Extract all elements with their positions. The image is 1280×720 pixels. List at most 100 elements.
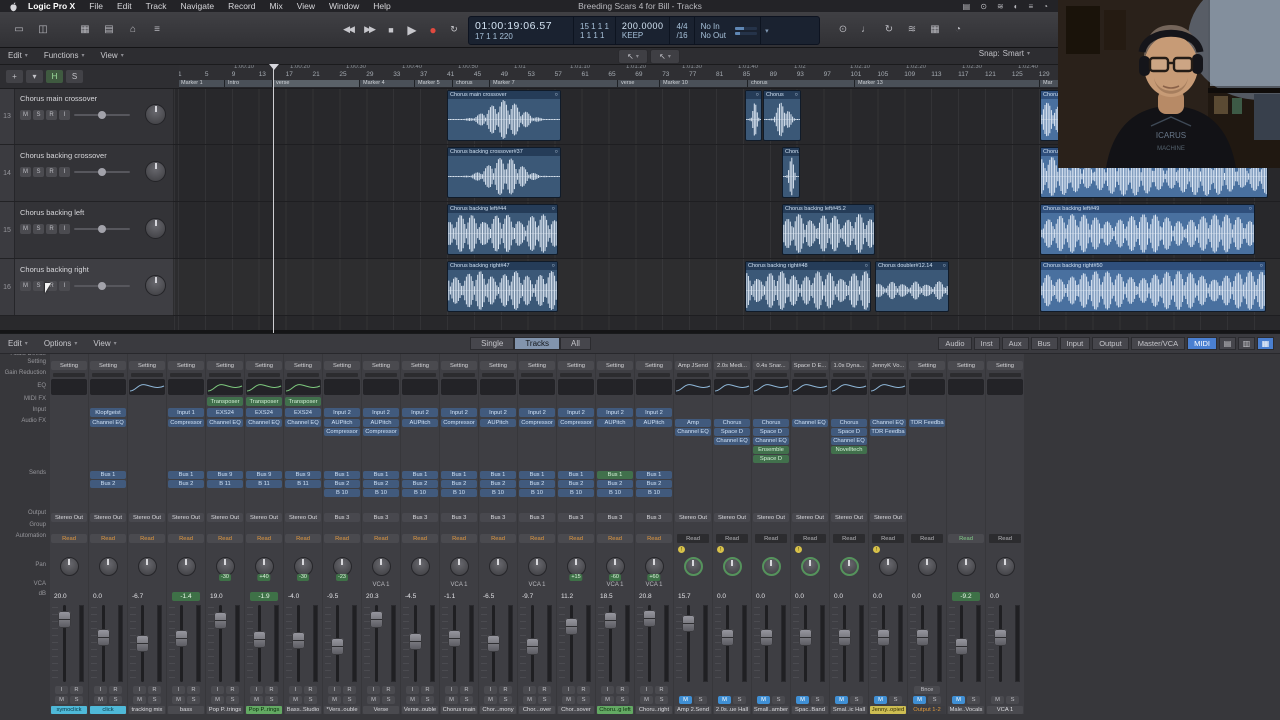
pan-control[interactable] bbox=[518, 556, 556, 581]
channel-name[interactable]: VCA 1 bbox=[987, 706, 1023, 714]
input-monitor-button[interactable]: I bbox=[523, 686, 536, 694]
fader-area[interactable] bbox=[986, 603, 1024, 684]
mute-button[interactable]: M bbox=[640, 696, 653, 704]
track-i-button[interactable]: I bbox=[59, 167, 70, 177]
mixer-channel-chor-sover[interactable]: SettingInput 2CompressorBus 1Bus 2B 10Bu… bbox=[557, 352, 595, 714]
eq-thumbnail[interactable] bbox=[753, 379, 789, 395]
region-chorus-backing-left-49[interactable]: Chorus backing left#49○ bbox=[1040, 204, 1255, 255]
channel-setting-button[interactable]: Setting bbox=[441, 361, 477, 370]
channel-name[interactable]: Male..Vocals bbox=[948, 706, 984, 714]
eq-thumbnail[interactable] bbox=[558, 379, 594, 395]
pan-control[interactable] bbox=[440, 556, 478, 581]
record-enable-button[interactable]: R bbox=[577, 686, 590, 694]
output-slot[interactable]: Stereo Out bbox=[90, 513, 126, 522]
send-slot-bus-2[interactable]: Bus 2 bbox=[519, 480, 555, 488]
volume-readout[interactable]: 0.0 bbox=[89, 592, 127, 601]
mute-button[interactable]: M bbox=[874, 696, 887, 704]
send-slot-bus-2[interactable]: Bus 2 bbox=[90, 480, 126, 488]
volume-readout[interactable]: 19.0 bbox=[206, 592, 244, 601]
cmd-click-tool[interactable]: ↖▾ bbox=[650, 49, 680, 64]
track-m-button[interactable]: M bbox=[20, 281, 31, 291]
volume-readout[interactable]: 15.7 bbox=[674, 592, 712, 601]
mute-button[interactable]: M bbox=[328, 696, 341, 704]
input-monitor-button[interactable]: I bbox=[172, 686, 185, 694]
fader-handle[interactable] bbox=[916, 629, 929, 646]
send-slot-bus-2[interactable]: Bus 2 bbox=[558, 480, 594, 488]
mute-button[interactable]: M bbox=[679, 696, 692, 704]
group-slot[interactable] bbox=[128, 524, 166, 532]
pan-control[interactable] bbox=[362, 556, 400, 581]
marker-marker-5[interactable]: Marker 5 bbox=[415, 80, 453, 87]
solo-button[interactable]: S bbox=[538, 696, 551, 704]
group-slot[interactable] bbox=[50, 524, 88, 532]
pan-control[interactable] bbox=[713, 556, 751, 581]
mute-button[interactable]: M bbox=[523, 696, 536, 704]
lcd-tempo-mode[interactable]: KEEP bbox=[622, 31, 664, 40]
channel-name[interactable]: Chor...over bbox=[519, 706, 555, 714]
channel-setting-button[interactable]: Setting bbox=[363, 361, 399, 370]
fader-handle[interactable] bbox=[877, 629, 890, 646]
send-slot-bus-1[interactable]: Bus 1 bbox=[480, 471, 516, 479]
pan-control[interactable] bbox=[830, 556, 868, 581]
record-enable-button[interactable]: R bbox=[109, 686, 122, 694]
input-monitor-button[interactable]: I bbox=[289, 686, 302, 694]
channel-name[interactable]: tracking mix bbox=[129, 706, 165, 714]
pan-knob[interactable] bbox=[840, 557, 859, 576]
lcd-position[interactable]: 17 1 1 220 bbox=[475, 32, 567, 41]
midi-fx-slot[interactable]: Transposer bbox=[285, 397, 321, 406]
mixer-channel-male-vocals[interactable]: SettingRead-9.2MSMale..Vocals bbox=[947, 352, 985, 714]
mixer-filter-bus[interactable]: Bus bbox=[1031, 337, 1058, 350]
fader-area[interactable] bbox=[791, 603, 829, 684]
channel-setting-button[interactable]: JennyK Vo... bbox=[870, 361, 906, 370]
fader-area[interactable] bbox=[479, 603, 517, 684]
smart-controls-icon[interactable]: ▤ bbox=[98, 20, 120, 39]
plugin-slot-channel-eq[interactable]: Channel EQ bbox=[870, 419, 906, 427]
channel-setting-button[interactable]: Setting bbox=[285, 361, 321, 370]
input-monitor-button[interactable]: I bbox=[55, 686, 68, 694]
pan-control[interactable]: +15 bbox=[557, 556, 595, 581]
output-slot[interactable]: Stereo Out bbox=[831, 513, 867, 522]
channel-setting-button[interactable]: 1.0s Dyna... bbox=[831, 361, 867, 370]
fader-handle[interactable] bbox=[565, 618, 578, 635]
eq-thumbnail[interactable] bbox=[402, 379, 438, 395]
channel-name[interactable]: Small..amber bbox=[753, 706, 789, 714]
mixer-view-mid-icon[interactable]: ▥ bbox=[1238, 337, 1255, 350]
input-monitor-button[interactable]: I bbox=[640, 686, 653, 694]
track-pan-knob[interactable] bbox=[145, 161, 166, 182]
pan-knob[interactable] bbox=[879, 557, 898, 576]
mixer-channel-vca-1[interactable]: SettingRead0.0MSVCA 1 bbox=[986, 352, 1024, 714]
solo-button[interactable]: S bbox=[889, 696, 902, 704]
automation-mode-button[interactable]: Read bbox=[794, 534, 826, 543]
automation-mode-button[interactable]: Read bbox=[90, 534, 126, 543]
warning-icon[interactable]: ! bbox=[717, 546, 724, 553]
solo-button[interactable]: S bbox=[70, 696, 83, 704]
pan-control[interactable] bbox=[128, 556, 166, 581]
automation-mode-button[interactable]: Read bbox=[872, 534, 904, 543]
eq-thumbnail[interactable] bbox=[675, 379, 711, 395]
fader-handle[interactable] bbox=[721, 629, 734, 646]
midi-fx-slot[interactable]: Transposer bbox=[207, 397, 243, 406]
solo-button[interactable]: S bbox=[616, 696, 629, 704]
region-chorus-backing-crossover-37[interactable]: Chorus backing crossover#37○ bbox=[447, 147, 561, 198]
mixer-view-wide-icon[interactable]: ▦ bbox=[1257, 337, 1274, 350]
midi-fx-slot[interactable]: Transposer bbox=[246, 397, 282, 406]
mixer-channel-chor-over[interactable]: SettingInput 2CompressorBus 1Bus 2B 10Bu… bbox=[518, 352, 556, 714]
mixer-channel-click[interactable]: SettingKlopfgeistChannel EQBus 1Bus 2Ste… bbox=[89, 352, 127, 714]
master-level-icon[interactable]: ▦ bbox=[924, 20, 946, 39]
eq-thumbnail[interactable] bbox=[519, 379, 555, 395]
group-slot[interactable] bbox=[557, 524, 595, 532]
eq-thumbnail[interactable] bbox=[792, 379, 828, 395]
group-slot[interactable] bbox=[89, 524, 127, 532]
display-icon[interactable]: ▤ bbox=[963, 2, 971, 11]
track-pan-knob[interactable] bbox=[145, 104, 166, 125]
channel-setting-button[interactable]: Setting bbox=[129, 361, 165, 370]
fader-area[interactable] bbox=[830, 603, 868, 684]
fader-area[interactable] bbox=[557, 603, 595, 684]
fader-area[interactable] bbox=[50, 603, 88, 684]
automation-mode-button[interactable]: Read bbox=[285, 534, 321, 543]
pan-control[interactable]: -23 bbox=[323, 556, 361, 581]
automation-mode-button[interactable]: Read bbox=[363, 534, 399, 543]
output-slot[interactable]: Bus 3 bbox=[402, 513, 438, 522]
mixer-channel-spac-band[interactable]: Space D E...Channel EQStereo OutRead!0.0… bbox=[791, 352, 829, 714]
channel-name[interactable]: Jenny..opied bbox=[870, 706, 906, 714]
